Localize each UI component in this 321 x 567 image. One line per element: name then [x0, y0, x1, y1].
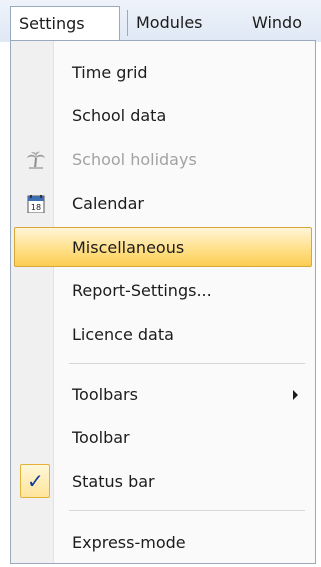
menu-item-label: School data: [72, 106, 167, 125]
menu-window[interactable]: Windo: [252, 6, 321, 40]
menu-item-label: Time grid: [72, 63, 148, 82]
menu-item-time-grid[interactable]: Time grid: [14, 53, 312, 93]
menu-item-label: Toolbars: [72, 385, 138, 404]
menu-item-label: Express-mode: [72, 533, 186, 552]
menu-modules[interactable]: Modules: [136, 6, 236, 40]
menu-item-label: Licence data: [72, 325, 174, 344]
menu-separator: [69, 363, 305, 364]
submenu-arrow-icon: [293, 390, 298, 400]
menu-item-report-settings[interactable]: Report-Settings...: [14, 271, 312, 311]
menu-bar-divider: [127, 10, 128, 36]
menu-item-express-mode[interactable]: Express-mode: [14, 523, 312, 563]
settings-dropdown-menu: Time grid School data School holidays 18…: [10, 40, 316, 564]
menu-item-toolbar[interactable]: Toolbar: [14, 418, 312, 458]
menu-item-label: Toolbar: [72, 428, 130, 447]
menu-item-status-bar[interactable]: ✓ Status bar: [14, 462, 312, 502]
svg-text:18: 18: [31, 203, 41, 212]
menu-item-label: School holidays: [72, 150, 197, 169]
menu-item-toolbars[interactable]: Toolbars: [14, 375, 312, 415]
menu-item-label: Report-Settings...: [72, 281, 212, 300]
menu-item-label: Status bar: [72, 472, 155, 491]
palm-tree-icon: [26, 151, 46, 169]
menu-item-label: Miscellaneous: [72, 238, 185, 257]
menu-item-calendar[interactable]: 18 Calendar: [14, 184, 312, 224]
calendar-icon: 18: [26, 195, 46, 214]
menu-item-licence-data[interactable]: Licence data: [14, 315, 312, 355]
menu-separator: [69, 510, 305, 511]
check-icon: ✓: [20, 464, 50, 498]
menu-item-miscellaneous[interactable]: Miscellaneous: [14, 227, 312, 267]
menu-item-school-data[interactable]: School data: [14, 96, 312, 136]
menu-item-label: Calendar: [72, 194, 144, 213]
menu-settings[interactable]: Settings: [10, 6, 120, 40]
menu-bar: Settings Modules Windo: [0, 0, 321, 42]
menu-item-school-holidays: School holidays: [14, 140, 312, 180]
